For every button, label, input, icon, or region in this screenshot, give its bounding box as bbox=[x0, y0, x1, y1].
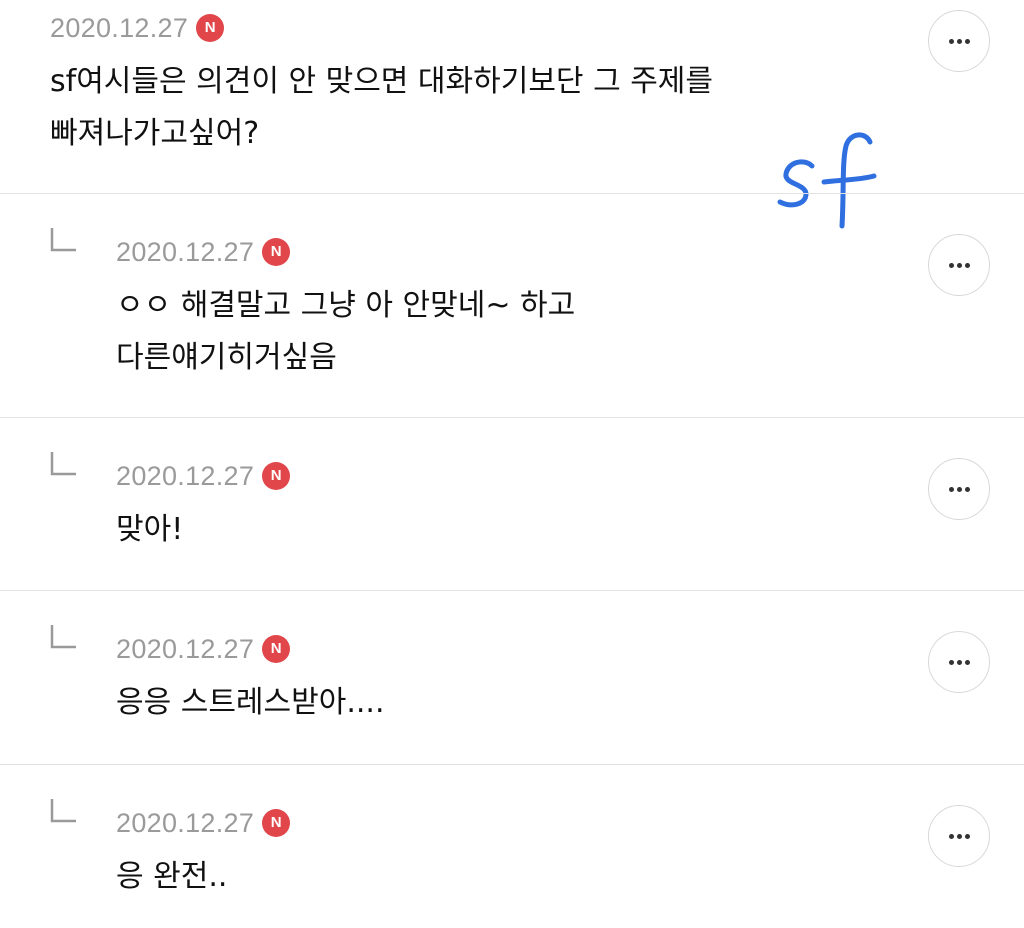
comment-date: 2020.12.27 bbox=[50, 12, 189, 43]
new-badge-icon: N bbox=[196, 14, 225, 42]
more-dot bbox=[964, 833, 970, 839]
comment-text: sf여시들은 의견이 안 맞으면 대화하기보단 그 주제를 빠져나가고싶어? bbox=[50, 64, 714, 151]
reply-item: 2020.12.27 N 응 완전.. bbox=[0, 765, 1024, 928]
reply-item: 2020.12.27 N ㅇㅇ 해결말고 그냥 아 안맞네~ 하고 다른얘기히거… bbox=[0, 194, 1024, 418]
reply-arrow-icon bbox=[50, 228, 76, 252]
more-options-button[interactable] bbox=[928, 458, 990, 520]
annotation-f-crossbar bbox=[821, 173, 877, 185]
more-horizontal-icon bbox=[948, 833, 954, 839]
more-dot bbox=[956, 262, 962, 268]
more-options-button[interactable] bbox=[928, 631, 990, 693]
more-dot bbox=[964, 659, 970, 665]
comment-date: 2020.12.27 bbox=[116, 460, 255, 491]
reply-arrow-icon bbox=[50, 452, 76, 476]
comment-meta: 2020.12.27 N bbox=[116, 234, 291, 270]
comment-meta: 2020.12.27 N bbox=[50, 10, 225, 46]
comment-date: 2020.12.27 bbox=[116, 807, 255, 838]
more-dot bbox=[956, 38, 962, 44]
more-horizontal-icon bbox=[948, 38, 954, 44]
more-dot bbox=[956, 486, 962, 492]
more-horizontal-icon bbox=[948, 486, 954, 492]
comment-date: 2020.12.27 bbox=[116, 236, 255, 267]
new-badge-icon: N bbox=[262, 462, 291, 490]
more-dot bbox=[956, 659, 962, 665]
more-dot bbox=[964, 38, 970, 44]
more-horizontal-icon bbox=[948, 262, 954, 268]
new-badge-icon: N bbox=[262, 238, 291, 266]
more-options-button[interactable] bbox=[928, 234, 990, 296]
comment-meta: 2020.12.27 N bbox=[116, 805, 291, 841]
new-badge-icon: N bbox=[262, 635, 291, 663]
comment-text: 맞아! bbox=[116, 512, 184, 547]
comment-meta: 2020.12.27 N bbox=[116, 458, 291, 494]
more-dot bbox=[964, 486, 970, 492]
more-dot bbox=[956, 833, 962, 839]
comment-text: ㅇㅇ 해결말고 그냥 아 안맞네~ 하고 다른얘기히거싶음 bbox=[116, 288, 576, 375]
reply-item: 2020.12.27 N 응응 스트레스받아.... bbox=[0, 591, 1024, 764]
more-horizontal-icon bbox=[948, 659, 954, 665]
reply-arrow-icon bbox=[50, 625, 76, 649]
reply-item: 2020.12.27 N 맞아! bbox=[0, 418, 1024, 590]
comment-text: 응응 스트레스받아.... bbox=[116, 685, 385, 720]
reply-arrow-icon bbox=[50, 799, 76, 823]
more-options-button[interactable] bbox=[928, 10, 990, 72]
comment-meta: 2020.12.27 N bbox=[116, 631, 291, 667]
comment-date: 2020.12.27 bbox=[116, 633, 255, 664]
more-dot bbox=[964, 262, 970, 268]
comment-text: 응 완전.. bbox=[116, 859, 228, 894]
more-options-button[interactable] bbox=[928, 805, 990, 867]
new-badge-icon: N bbox=[262, 809, 291, 837]
